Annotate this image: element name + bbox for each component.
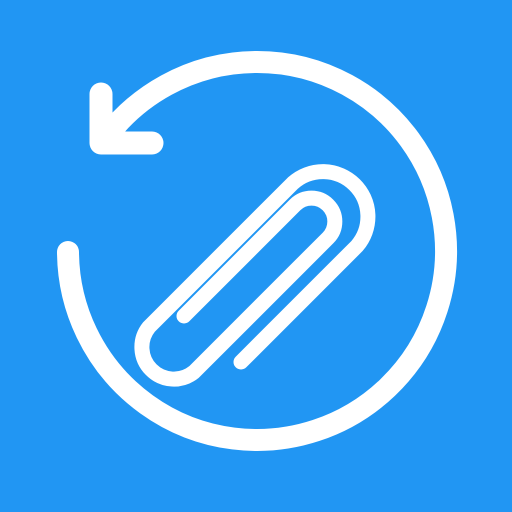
- restore-attachment-icon: [0, 0, 512, 512]
- restore-attachment-graphic: [0, 0, 512, 512]
